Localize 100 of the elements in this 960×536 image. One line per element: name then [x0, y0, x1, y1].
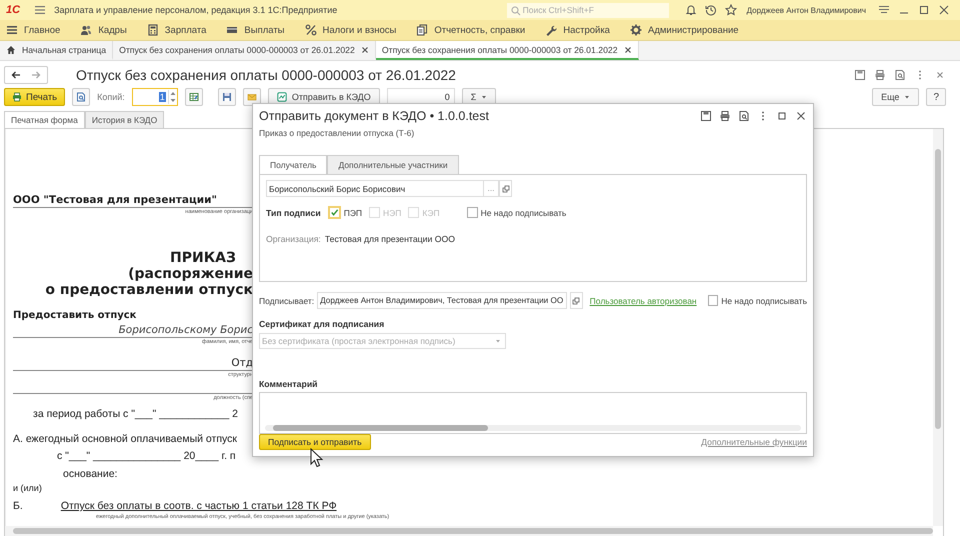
back-arrow-icon[interactable] — [11, 70, 21, 80]
comment-label: Комментарий — [259, 379, 319, 390]
section-link[interactable]: Налоги и взносы — [322, 24, 396, 36]
maximize-icon[interactable] — [776, 110, 788, 122]
checkbox[interactable] — [708, 295, 718, 306]
caret-icon — [481, 94, 488, 100]
card-icon[interactable] — [226, 24, 238, 36]
preview-icon[interactable] — [894, 69, 906, 81]
recipient-field[interactable]: Борисопольский Борис Борисович ... — [266, 180, 499, 198]
caret-icon — [904, 94, 910, 100]
spin-arrows-icon[interactable] — [168, 90, 177, 104]
item-marker: Б. — [13, 499, 23, 513]
calculator-icon[interactable] — [146, 24, 159, 36]
home-icon — [6, 44, 16, 54]
bell-icon[interactable] — [684, 4, 697, 16]
document-text: и (или) — [13, 482, 42, 495]
document-text: Предоставить отпуск — [13, 309, 136, 323]
maximize-icon[interactable] — [918, 4, 930, 16]
signature-type-label: Тип подписи — [266, 208, 321, 218]
save-icon[interactable] — [700, 110, 712, 122]
checkbox-label: НЭП — [383, 208, 402, 218]
search-field[interactable]: Поиск Ctrl+Shift+F — [506, 2, 669, 18]
section-link[interactable]: Зарплата — [164, 24, 206, 36]
checkbox-label: Не надо подписывать — [721, 296, 807, 306]
documents-icon[interactable] — [416, 24, 428, 36]
form-tab[interactable]: Печатная форма — [4, 111, 85, 128]
close-icon[interactable] — [624, 46, 632, 54]
more-functions-link[interactable]: Дополнительные функции — [701, 437, 807, 447]
menu-icon[interactable] — [34, 4, 46, 16]
window-title: Зарплата и управление персоналом, редакция 3.1 1С:Предприятие — [54, 5, 338, 15]
document-text: за период работы с "___" ____________ 2 — [32, 407, 238, 421]
certificate-label: Сертификат для подписания — [259, 319, 386, 330]
printer-icon — [12, 92, 22, 102]
save-button[interactable] — [218, 88, 236, 106]
dialog-tab[interactable]: Дополнительные участники — [327, 155, 459, 174]
form-tab[interactable]: История в КЭДО — [84, 111, 164, 128]
preview-icon[interactable] — [738, 110, 750, 122]
document-text: о предоставлении отпуск — [44, 282, 253, 298]
section-link[interactable]: Выплаты — [244, 24, 285, 36]
table-button[interactable] — [184, 88, 203, 106]
close-icon[interactable] — [360, 46, 369, 54]
printer-icon[interactable] — [719, 110, 731, 122]
section-link[interactable]: Кадры — [98, 24, 127, 36]
close-icon[interactable] — [938, 4, 950, 16]
forward-arrow-icon[interactable] — [31, 70, 41, 80]
copies-label: Копий: — [97, 92, 125, 102]
percent-icon[interactable] — [304, 24, 317, 36]
window-tab[interactable]: Начальная страница — [0, 41, 114, 60]
section-link[interactable]: Отчетность, справки — [434, 24, 526, 36]
document-text: ПРИКАЗ — [169, 250, 237, 266]
checkbox[interactable] — [328, 206, 341, 220]
email-button[interactable] — [242, 88, 261, 106]
star-icon[interactable] — [724, 4, 737, 16]
section-link[interactable]: Настройка — [563, 24, 610, 36]
more-button[interactable]: Еще — [872, 88, 920, 106]
section-link[interactable]: Администрирование — [648, 24, 739, 36]
user-name[interactable]: Дорджеев Антон Владимирович — [746, 6, 866, 14]
link-icon — [502, 184, 510, 193]
vertical-scrollbar[interactable] — [933, 129, 943, 526]
section-link[interactable]: Главное — [24, 24, 60, 36]
document-text: с "___" _______________ 20____ г. п — [56, 449, 236, 463]
document-text: основание: — [62, 467, 118, 481]
gear-icon[interactable] — [630, 24, 642, 36]
signer-label: Подписывает: — [259, 296, 314, 306]
menu-icon[interactable] — [878, 4, 890, 16]
copies-field[interactable]: 1 — [132, 88, 178, 106]
search-icon — [510, 6, 521, 16]
document-text: А. ежегодный основной оплачиваемый отпуск — [13, 432, 237, 446]
horizontal-scrollbar[interactable] — [265, 425, 801, 431]
history-icon[interactable] — [704, 4, 717, 16]
printer-icon[interactable] — [874, 69, 886, 81]
menu-icon[interactable] — [6, 24, 18, 36]
horizontal-scrollbar[interactable] — [5, 526, 933, 536]
help-button[interactable]: ? — [926, 88, 946, 106]
checkbox[interactable] — [466, 207, 478, 218]
open-button[interactable] — [499, 180, 512, 198]
dialog-subtitle: Приказ о предоставлении отпуска (Т-6) — [259, 128, 416, 138]
close-icon[interactable] — [795, 110, 807, 122]
save-icon[interactable] — [854, 69, 866, 81]
window-tab[interactable]: Отпуск без сохранения оплаты 0000-000003 от 26.01.2022 — [376, 41, 639, 60]
wrench-icon[interactable] — [545, 24, 558, 36]
signer-field[interactable]: Дорджеев Антон Владимирович, Тестовая для презентации ОО — [317, 292, 568, 310]
print-button[interactable]: Печать — [4, 88, 66, 106]
open-button[interactable] — [570, 292, 583, 310]
floppy-icon — [222, 92, 232, 102]
sign-and-send-button[interactable]: Подписать и отправить — [259, 434, 371, 450]
preview-button[interactable] — [72, 88, 90, 106]
authorized-link[interactable]: Пользователь авторизован — [590, 296, 697, 306]
people-icon[interactable] — [80, 24, 92, 36]
comment-field[interactable] — [259, 392, 807, 434]
dialog-title: Отправить документ в КЭДО • 1.0.0.test — [259, 109, 489, 124]
link-icon — [572, 296, 580, 305]
preview-icon — [76, 92, 86, 102]
table-icon — [188, 92, 199, 102]
checkbox-label: КЭП — [422, 208, 440, 218]
dialog-tab[interactable]: Получатель — [259, 155, 328, 174]
document-text: (распоряжение — [127, 266, 253, 282]
document-text: Отпуск без оплаты в соотв. с частью 1 статьи 128 ТК РФ — [60, 499, 337, 513]
document-title: Отпуск без сохранения оплаты 0000-000003 от 26.01.2022 — [76, 67, 456, 83]
caret-icon — [495, 338, 501, 344]
